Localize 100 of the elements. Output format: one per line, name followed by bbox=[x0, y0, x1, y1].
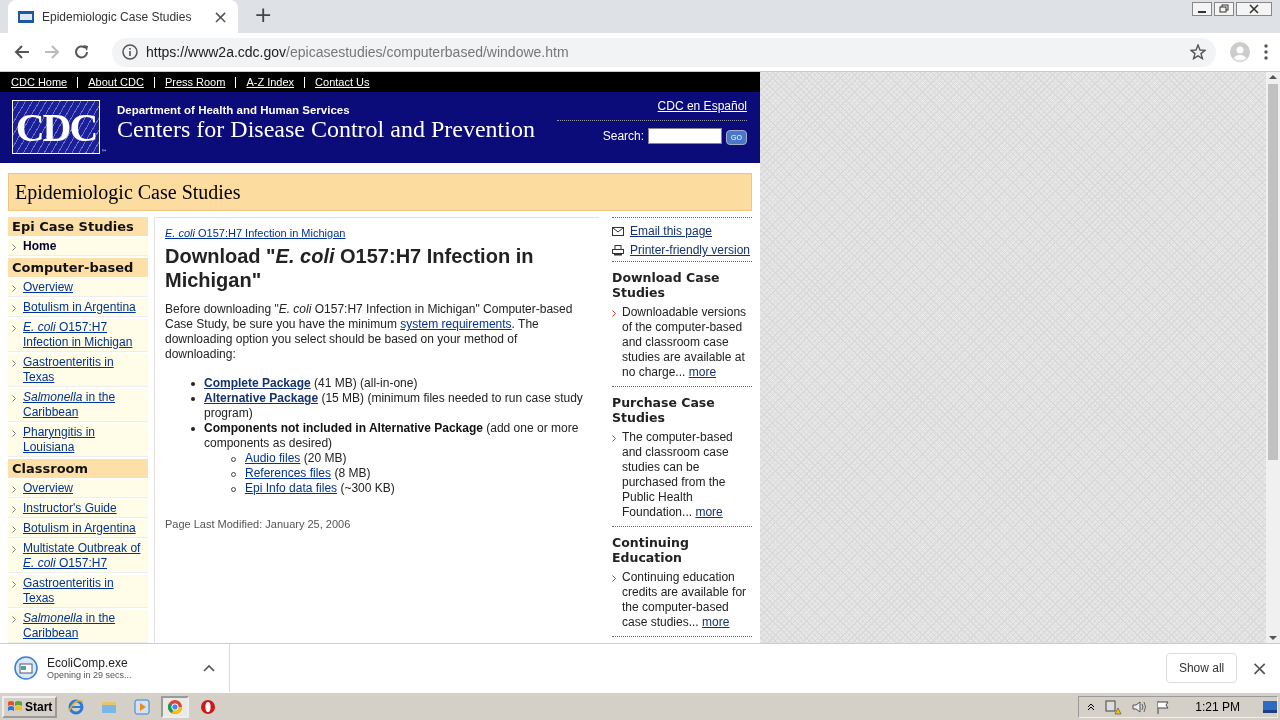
favicon-icon bbox=[18, 10, 34, 23]
nav-link[interactable]: Press Room bbox=[164, 76, 226, 88]
tool-link[interactable]: Printer-friendly version bbox=[630, 243, 751, 257]
clock-time: 1:21 PM bbox=[1195, 699, 1240, 714]
nav-link[interactable]: About CDC bbox=[88, 76, 144, 88]
star-icon[interactable] bbox=[1190, 44, 1206, 60]
more-link[interactable]: more bbox=[702, 615, 730, 629]
close-button[interactable]: × bbox=[1251, 656, 1268, 680]
option-text: Alternative Package (15 MB) (minimum files needed to run case study program) bbox=[204, 391, 584, 421]
minimize-icon[interactable] bbox=[1192, 2, 1212, 16]
download-link[interactable]: Alternative Package bbox=[204, 391, 319, 405]
chevron-icon bbox=[612, 575, 616, 582]
page-title: Download "E. coli O157:H7 Infection in Michigan" bbox=[165, 244, 535, 292]
box-text: Downloadable versions of the computer-based and classroom case studies are available at no charge... more bbox=[622, 305, 748, 380]
sidebar-heading: Epi Case Studies bbox=[8, 217, 148, 236]
chevron-icon bbox=[12, 616, 16, 623]
nav-link[interactable]: CDC Home bbox=[11, 76, 68, 88]
scrollbar-thumb[interactable] bbox=[1268, 84, 1278, 460]
circle-bullet-icon bbox=[231, 472, 236, 477]
page-banner: Epidemiologic Case Studies bbox=[8, 173, 752, 211]
breadcrumb-link[interactable]: E. coli O157:H7 Infection in Michigan bbox=[165, 227, 346, 239]
circle-bullet-icon bbox=[231, 457, 236, 462]
bullet-icon bbox=[191, 382, 195, 386]
network-warning-icon[interactable] bbox=[1104, 698, 1123, 715]
option-text: Audio files (20 MB) bbox=[245, 451, 347, 466]
more-link[interactable]: more bbox=[688, 365, 717, 379]
bullet-icon bbox=[191, 427, 195, 431]
chevron-icon bbox=[12, 430, 16, 437]
language-link[interactable]: CDC en Español bbox=[557, 99, 747, 121]
department-name: Department of Health and Human Services bbox=[117, 104, 351, 116]
download-link[interactable]: Audio files bbox=[245, 451, 301, 465]
last-modified-text: Page Last Modified: January 25, 2006 bbox=[165, 518, 352, 530]
installer-icon bbox=[14, 656, 38, 680]
scrollbar[interactable] bbox=[1266, 72, 1280, 643]
chevron-icon bbox=[12, 486, 16, 493]
option-text: Components not included in Alternative Package (add one or more components as desired) bbox=[204, 421, 580, 451]
windows-flag-icon bbox=[7, 699, 23, 714]
sidebar-heading: Classroom bbox=[8, 459, 148, 478]
taskbar-app[interactable] bbox=[161, 695, 190, 718]
tool-link[interactable]: Email this page bbox=[630, 224, 713, 238]
box-text: Continuing education credits are available for the computer-based case studies... more bbox=[622, 570, 748, 630]
download-link[interactable]: Epi Info data files bbox=[245, 481, 338, 495]
chevron-icon bbox=[12, 325, 16, 332]
agency-name: Centers for Disease Control and Prevention bbox=[117, 116, 535, 143]
chevron-up-icon[interactable] bbox=[1087, 702, 1096, 711]
back-icon[interactable] bbox=[14, 44, 30, 60]
chrome-browser-icon bbox=[167, 698, 184, 715]
box-heading: Download Case Studies bbox=[612, 270, 721, 300]
new-tab-button[interactable]: + bbox=[254, 1, 273, 29]
chevron-icon bbox=[12, 360, 16, 367]
nav-link[interactable]: A-Z Index bbox=[246, 76, 295, 88]
play-icon bbox=[134, 698, 151, 715]
chevron-icon bbox=[12, 285, 16, 292]
close-tab-button[interactable]: × bbox=[212, 6, 228, 27]
chevron-icon bbox=[12, 546, 16, 553]
chevron-icon bbox=[12, 305, 16, 312]
download-link[interactable]: Complete Package bbox=[204, 376, 311, 390]
flag-icon[interactable] bbox=[1156, 699, 1171, 714]
bullet-icon bbox=[191, 397, 195, 401]
show-all-button[interactable]: Show all bbox=[1165, 653, 1238, 683]
chevron-icon bbox=[612, 435, 616, 442]
chevron-icon bbox=[612, 310, 616, 317]
sidebar-heading: Computer-based bbox=[8, 258, 148, 277]
box-heading: Purchase Case Studies bbox=[612, 395, 716, 425]
requirements-link[interactable]: system requirements bbox=[400, 317, 512, 331]
box-text: The computer-based and classroom case studies can be purchased from the Public Health Foundation... more bbox=[622, 430, 734, 520]
caret-up-icon[interactable] bbox=[203, 664, 215, 672]
download-status: Opening in 29 secs... bbox=[47, 670, 133, 680]
option-text: References files (8 MB) bbox=[245, 466, 371, 481]
more-link[interactable]: more bbox=[695, 505, 723, 519]
intro-paragraph: Before downloading "E. coli O157:H7 Infection in Michigan" Computer-based Case Study, be sure you have the minimum system requirements. The downloading option you select should be based on your method of downloading: bbox=[165, 302, 574, 362]
nav-link[interactable]: Contact Us bbox=[315, 76, 370, 88]
opera-icon bbox=[200, 698, 217, 715]
search-label: Search: bbox=[602, 128, 645, 143]
address-bar[interactable]: https://www2a.cdc.gov/epicasestudies/computerbased/windowe.htm bbox=[112, 37, 1216, 67]
chevron-icon bbox=[12, 581, 16, 588]
envelope-icon bbox=[612, 226, 624, 236]
tab-title: Epidemiologic Case Studies bbox=[42, 9, 193, 24]
box-heading: Continuing Education bbox=[612, 535, 690, 565]
url-text: https://www2a.cdc.gov/epicasestudies/computerbased/windowe.htm bbox=[146, 44, 569, 60]
show-desktop-icon[interactable] bbox=[1263, 700, 1277, 713]
chevron-icon bbox=[12, 506, 16, 513]
menu-icon[interactable] bbox=[1264, 44, 1268, 60]
speaker-icon[interactable] bbox=[1131, 699, 1148, 714]
start-button[interactable]: Start bbox=[2, 695, 58, 718]
file-name: EcoliComp.exe bbox=[47, 656, 129, 670]
reload-icon[interactable] bbox=[74, 44, 90, 60]
info-icon bbox=[122, 44, 138, 60]
logo[interactable]: CDC bbox=[12, 100, 100, 154]
browser-e-icon bbox=[68, 698, 85, 715]
chevron-icon bbox=[12, 395, 16, 402]
printer-icon bbox=[612, 244, 624, 256]
browser-tab[interactable]: Epidemiologic Case Studies × bbox=[8, 0, 238, 33]
option-text: Complete Package (41 MB) (all-in-one) bbox=[204, 376, 418, 391]
download-link[interactable]: References files bbox=[245, 466, 332, 480]
search-field[interactable] bbox=[648, 127, 723, 144]
chevron-icon bbox=[12, 526, 16, 533]
restore-icon[interactable] bbox=[1214, 2, 1234, 16]
option-text: Epi Info data files (~300 KB) bbox=[245, 481, 395, 496]
close-icon[interactable] bbox=[1236, 2, 1272, 16]
